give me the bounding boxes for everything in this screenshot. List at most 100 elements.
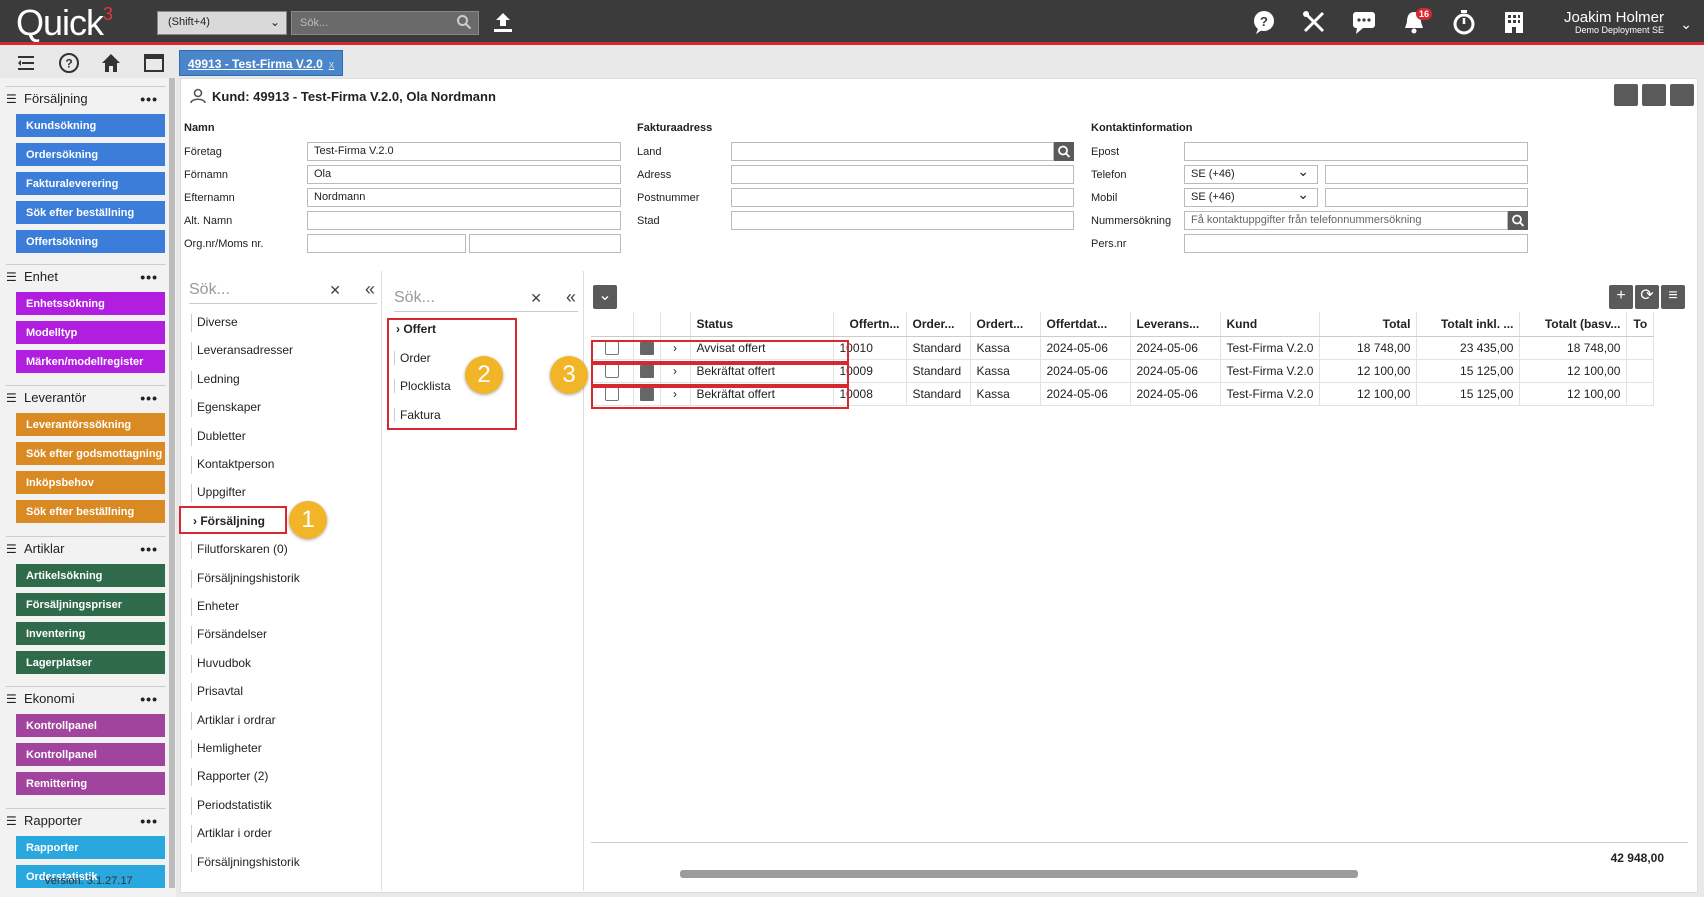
building-icon[interactable] (1500, 8, 1528, 36)
nav-item[interactable]: Artiklar i order (191, 825, 272, 844)
sidebar-item[interactable]: Inköpsbehov (16, 471, 165, 494)
column-header[interactable]: Offertdat... (1040, 312, 1131, 337)
sidebar-scrollbar[interactable] (169, 78, 175, 888)
column-header[interactable]: To (1626, 312, 1655, 337)
column-header[interactable]: Ordert... (970, 312, 1041, 337)
address-field[interactable] (731, 165, 1074, 184)
tools-icon[interactable] (1300, 8, 1328, 36)
sidebar-item[interactable]: Kundsökning (16, 114, 165, 137)
upload-icon[interactable] (492, 10, 514, 34)
sidebar-group-header[interactable]: ☰ Artiklar ••• (6, 536, 166, 558)
sidebar-item[interactable]: Ordersökning (16, 143, 165, 166)
sidebar-item[interactable]: Modelltyp (16, 321, 165, 344)
phone-field[interactable] (1325, 165, 1528, 184)
vat-field[interactable] (469, 234, 621, 253)
top-search-input[interactable]: Sök... (291, 11, 479, 35)
nav-item[interactable]: Enheter (191, 598, 239, 616)
more-icon[interactable]: ••• (140, 691, 158, 707)
messages-icon[interactable] (1350, 8, 1378, 36)
sidebar-item[interactable]: Kontrollpanel (16, 743, 165, 766)
search-icon[interactable] (456, 14, 472, 30)
nav-item[interactable]: Uppgifter (191, 484, 246, 503)
shortcut-select[interactable]: (Shift+4) ⌄ (157, 11, 287, 35)
nav-item[interactable]: Dubletter (191, 427, 246, 446)
nav-item[interactable]: Periodstatistik (191, 796, 272, 815)
sidebar-group-header[interactable]: ☰ Leverantör ••• (6, 385, 166, 407)
notifications-bell-icon[interactable]: 16 (1400, 8, 1433, 36)
refresh-button[interactable]: ⟳ (1635, 285, 1659, 309)
column-header[interactable]: Order... (906, 312, 971, 337)
sidebar-item[interactable]: Märken/modellregister (16, 350, 165, 373)
number-search-button[interactable] (1508, 211, 1528, 230)
save-button[interactable] (1642, 84, 1666, 106)
column-header[interactable]: Totalt inkl. ... (1416, 312, 1521, 337)
sidebar-item[interactable]: Kontrollpanel (16, 714, 165, 737)
phone-country-select[interactable]: SE (+46) (1184, 165, 1318, 184)
more-icon[interactable]: ••• (140, 91, 158, 107)
company-field[interactable]: Test-Firma V.2.0 (307, 142, 621, 161)
sidebar-item[interactable]: Sök efter godsmottagning (16, 442, 165, 465)
sidebar-item[interactable]: Sök efter beställning (16, 500, 165, 523)
column-header[interactable]: Kund (1220, 312, 1321, 337)
clear-icon[interactable]: ✕ (530, 290, 542, 307)
help-icon[interactable]: ? (58, 52, 80, 74)
nav-search-input[interactable]: Sök... ✕ « (189, 278, 377, 304)
sidebar-group-header[interactable]: ☰ Försäljning ••• (6, 86, 166, 108)
nav-item[interactable]: Ledning (191, 370, 240, 389)
sidebar-group-header[interactable]: ☰ Rapporter ••• (6, 808, 166, 830)
collapse-icon[interactable]: « (566, 287, 576, 308)
persnr-field[interactable] (1184, 234, 1528, 253)
sidebar-item[interactable]: Remittering (16, 772, 165, 795)
app-logo[interactable]: Quick3 (16, 2, 113, 44)
column-header[interactable]: Totalt (basv... (1519, 312, 1628, 337)
sidebar-item[interactable]: Offertsökning (16, 230, 165, 253)
number-search-field[interactable]: Få kontaktuppgifter från telefonnummersö… (1184, 211, 1508, 230)
user-caret-icon[interactable]: ⌄ (1680, 16, 1692, 33)
collapse-icon[interactable]: « (365, 279, 375, 300)
postcode-field[interactable] (731, 188, 1074, 207)
nav-item[interactable]: Hemligheter (191, 740, 262, 758)
firstname-field[interactable]: Ola (307, 165, 621, 184)
handshake-button[interactable] (1614, 84, 1638, 106)
column-header[interactable]: Total (1319, 312, 1418, 337)
sidebar-item[interactable]: Sök efter beställning (16, 201, 165, 224)
more-icon[interactable]: ••• (140, 813, 158, 829)
country-field[interactable] (731, 142, 1054, 161)
mobile-country-select[interactable]: SE (+46) (1184, 188, 1318, 207)
grid-horizontal-scrollbar[interactable] (680, 870, 1358, 878)
clear-icon[interactable]: ✕ (329, 282, 341, 299)
city-field[interactable] (731, 211, 1074, 230)
sidebar-item[interactable]: Försäljningspriser (16, 593, 165, 616)
expand-all-button[interactable]: ⌄ (593, 285, 617, 309)
home-icon[interactable] (100, 52, 122, 74)
nav-item[interactable]: Artiklar i ordrar (191, 711, 276, 730)
timer-icon[interactable] (1450, 8, 1478, 36)
sidebar-item[interactable]: Enhetssökning (16, 292, 165, 315)
column-header[interactable]: Offertn... (833, 312, 907, 337)
nav-item[interactable]: Försändelser (191, 626, 267, 645)
sub-search-input[interactable]: Sök... ✕ « (394, 286, 578, 312)
more-icon[interactable]: ••• (140, 269, 158, 285)
sidebar-item[interactable]: Inventering (16, 622, 165, 645)
grid-menu-button[interactable]: ≡ (1661, 285, 1685, 309)
lastname-field[interactable]: Nordmann (307, 188, 621, 207)
menu-button[interactable] (1670, 84, 1694, 106)
sidebar-group-header[interactable]: ☰ Enhet ••• (6, 264, 166, 286)
column-header[interactable]: Status (690, 312, 834, 337)
nav-item[interactable]: Försäljningshistorik (191, 569, 300, 588)
nav-item[interactable]: Rapporter (2) (191, 768, 268, 787)
sidebar-group-header[interactable]: ☰ Ekonomi ••• (6, 686, 166, 708)
email-field[interactable] (1184, 142, 1528, 161)
window-icon[interactable] (143, 52, 165, 74)
sidebar-item[interactable]: Leverantörssökning (16, 413, 165, 436)
country-search-button[interactable] (1054, 142, 1074, 161)
nav-item[interactable]: Leveransadresser (191, 342, 293, 361)
nav-item[interactable]: Prisavtal (191, 683, 243, 702)
orgnr-field[interactable] (307, 234, 466, 253)
more-icon[interactable]: ••• (140, 541, 158, 557)
sidebar-item[interactable]: Fakturaleverering (16, 172, 165, 195)
nav-item[interactable]: Huvudbok (191, 654, 251, 673)
nav-item[interactable]: Diverse (191, 314, 238, 332)
nav-item[interactable]: Kontaktperson (191, 456, 274, 474)
more-icon[interactable]: ••• (140, 390, 158, 406)
